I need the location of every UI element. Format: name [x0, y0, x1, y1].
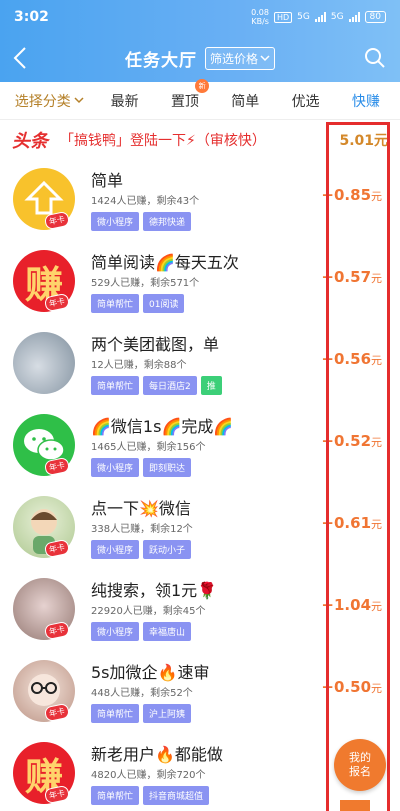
headline-amount: 5.01元 — [339, 133, 388, 149]
task-tag: 微小程序 — [91, 458, 140, 477]
task-title: 🌈微信1s🌈完成🌈 — [91, 417, 234, 436]
task-title: 新老用户🔥都能做 — [91, 745, 223, 764]
task-tag: 简单帮忙 — [91, 786, 140, 805]
tab-select-category[interactable]: 选择分类 — [4, 91, 94, 111]
search-icon[interactable] — [364, 47, 386, 69]
page-title: 任务大厅 — [124, 50, 197, 71]
task-tag: 01阅读 — [143, 294, 185, 313]
task-tag: 沪上阿姨 — [143, 704, 192, 723]
task-stats: 22920人已赚，剩余45个 — [91, 606, 206, 617]
task-tag: 抖音商城超值 — [143, 786, 210, 805]
bottom-tab-edge — [340, 800, 370, 811]
task-tags: 简单帮忙 每日酒店2 推 — [91, 376, 222, 395]
task-list: 年卡 简单 1424人已赚，剩余43个 微小程序 德邦快递 +0.85元 赚 年… — [0, 160, 400, 811]
task-stats: 12人已赚，剩余88个 — [91, 360, 187, 371]
task-stats: 448人已赚，剩余52个 — [91, 688, 193, 699]
task-row[interactable]: 年卡 🌈微信1s🌈完成🌈 1465人已赚，剩余156个 微小程序 即刻职达 +0… — [0, 406, 400, 488]
app-header: 任务大厅 筛选价格 — [0, 34, 400, 82]
title-group: 任务大厅 筛选价格 — [125, 46, 275, 71]
network-type-1: 5G — [297, 12, 310, 22]
task-reward: +0.56元 — [321, 350, 382, 368]
status-icons: 0.08 KB/s HD 5G 5G 80 — [251, 8, 386, 26]
task-row[interactable]: 两个美团截图，单 12人已赚，剩余88个 简单帮忙 每日酒店2 推 +0.56元 — [0, 324, 400, 406]
status-time: 3:02 — [14, 9, 49, 25]
task-row[interactable]: 年卡 5s加微企🔥速审 448人已赚，剩余52个 简单帮忙 沪上阿姨 +0.50… — [0, 652, 400, 734]
signal-icon — [314, 12, 326, 22]
task-tags: 微小程序 跃动小子 — [91, 540, 192, 559]
task-tag: 即刻职达 — [143, 458, 192, 477]
signal-icon-2 — [348, 12, 360, 22]
task-tags: 微小程序 德邦快递 — [91, 212, 192, 231]
tab-pinned[interactable]: 置顶 新 — [155, 78, 215, 111]
task-tags: 简单帮忙 01阅读 — [91, 294, 185, 313]
headline-task[interactable]: 头条 「搞钱鸭」登陆一下⚡（审核快） 5.01元 — [0, 120, 400, 160]
network-speed: 0.08 KB/s — [251, 8, 269, 26]
task-tags: 简单帮忙 沪上阿姨 — [91, 704, 192, 723]
tab-selected[interactable]: 优选 — [275, 91, 335, 111]
category-tabs: 选择分类 最新 置顶 新 简单 优选 快赚 — [0, 78, 400, 120]
task-reward: +0.50元 — [321, 678, 382, 696]
task-tag: 微小程序 — [91, 622, 140, 641]
task-tag: 微小程序 — [91, 540, 140, 559]
task-stats: 529人已赚，剩余571个 — [91, 278, 200, 289]
task-tags: 微小程序 幸福唐山 — [91, 622, 192, 641]
task-title: 简单 — [91, 171, 124, 190]
task-title: 5s加微企🔥速审 — [91, 663, 210, 682]
headline-logo: 头条 — [12, 131, 48, 152]
task-tag: 简单帮忙 — [91, 376, 140, 395]
task-stats: 338人已赚，剩余12个 — [91, 524, 193, 535]
task-tags: 简单帮忙 抖音商城超值 — [91, 786, 210, 805]
task-tags: 微小程序 即刻职达 — [91, 458, 192, 477]
task-reward: +0.85元 — [321, 186, 382, 204]
recommend-tag: 推 — [200, 376, 222, 395]
task-row[interactable]: 年卡 简单 1424人已赚，剩余43个 微小程序 德邦快递 +0.85元 — [0, 160, 400, 242]
hd-icon: HD — [273, 11, 293, 23]
task-row[interactable]: 年卡 纯搜索，领1元🌹 22920人已赚，剩余45个 微小程序 幸福唐山 +1.… — [0, 570, 400, 652]
task-tag: 简单帮忙 — [91, 294, 140, 313]
task-stats: 4820人已赚，剩余720个 — [91, 770, 206, 781]
chevron-down-icon — [74, 97, 84, 104]
task-tag: 幸福唐山 — [143, 622, 192, 641]
my-registration-button[interactable]: 我的 报名 — [334, 739, 386, 791]
task-row[interactable]: 赚 年卡 简单阅读🌈每天五次 529人已赚，剩余571个 简单帮忙 01阅读 +… — [0, 242, 400, 324]
task-reward: +0.52元 — [321, 432, 382, 450]
task-tag: 德邦快递 — [143, 212, 192, 231]
task-title: 两个美团截图，单 — [91, 335, 220, 354]
tab-latest[interactable]: 最新 — [94, 91, 154, 111]
task-reward: +1.04元 — [321, 596, 382, 614]
filter-label: 筛选价格 — [209, 51, 258, 66]
task-title: 纯搜索，领1元🌹 — [91, 581, 218, 600]
headline-text: 「搞钱鸭」登陆一下⚡（审核快） — [60, 133, 266, 149]
task-title: 简单阅读🌈每天五次 — [91, 253, 239, 272]
network-type-2: 5G — [330, 12, 344, 22]
photo-avatar — [13, 332, 75, 394]
status-bar: 3:02 0.08 KB/s HD 5G 5G 80 — [0, 0, 400, 34]
task-reward: +0.57元 — [321, 268, 382, 286]
filter-price-dropdown[interactable]: 筛选价格 — [204, 46, 275, 70]
tab-simple[interactable]: 简单 — [215, 91, 275, 111]
task-row[interactable]: 年卡 点一下💥微信 338人已赚，剩余12个 微小程序 跃动小子 +0.61元 — [0, 488, 400, 570]
task-tag: 跃动小子 — [143, 540, 192, 559]
task-tag: 每日酒店2 — [143, 376, 197, 395]
new-badge: 新 — [195, 78, 210, 93]
chevron-left-icon — [13, 47, 26, 69]
back-button[interactable] — [12, 44, 38, 72]
task-tag: 简单帮忙 — [91, 704, 140, 723]
task-title: 点一下💥微信 — [91, 499, 191, 518]
task-stats: 1465人已赚，剩余156个 — [91, 442, 206, 453]
chevron-down-icon — [260, 55, 270, 62]
task-reward: +0.61元 — [321, 514, 382, 532]
tab-quick-earn[interactable]: 快赚 — [336, 91, 396, 111]
task-tag: 微小程序 — [91, 212, 140, 231]
task-stats: 1424人已赚，剩余43个 — [91, 196, 200, 207]
battery-icon: 80 — [364, 11, 386, 23]
